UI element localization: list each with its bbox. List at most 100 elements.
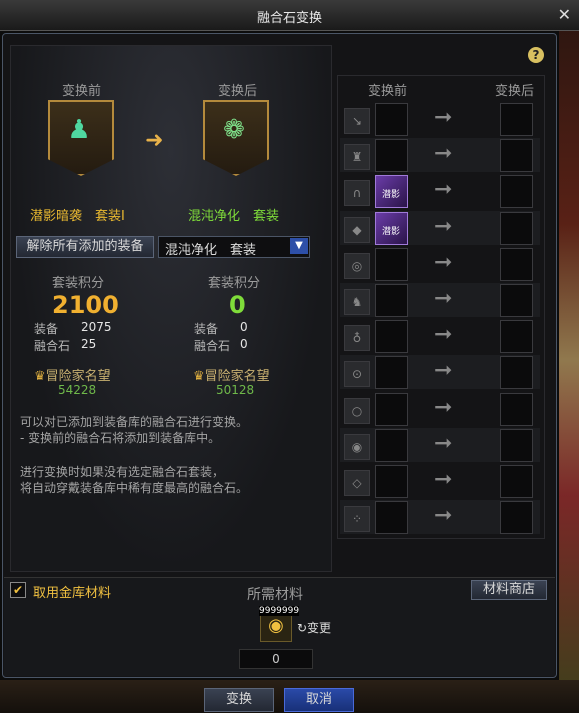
slot-before-box[interactable]: 潜影: [375, 211, 408, 245]
note-line-3: 进行变换时如果没有选定融合石套装，: [20, 465, 225, 479]
slot-before-box[interactable]: [375, 103, 408, 136]
after-set-name: 混沌净化 套装: [188, 209, 280, 224]
slot-before-box[interactable]: [375, 320, 408, 354]
slot-before-box[interactable]: [375, 501, 408, 535]
slot-after-box[interactable]: [500, 501, 533, 535]
after-header: 变换后: [218, 84, 258, 99]
before-stone-value: 25: [81, 337, 97, 351]
after-points-value: 0: [229, 291, 246, 319]
slot-before-box[interactable]: [375, 428, 408, 462]
after-equip-label: 装备: [194, 322, 219, 336]
slot-after-box[interactable]: [500, 103, 533, 136]
close-icon[interactable]: ✕: [558, 5, 571, 24]
slot-row: ○ ➞: [340, 392, 540, 426]
quantity-field[interactable]: 0: [239, 649, 313, 669]
window-titlebar[interactable]: 融合石变换 ✕: [0, 0, 579, 31]
slot-row: ◎ ➞: [340, 247, 540, 281]
before-points-value: 2100: [52, 291, 119, 319]
weapon-slot-icon: ↘: [344, 108, 370, 134]
before-header: 变换前: [62, 84, 102, 99]
slot-after-box[interactable]: [500, 175, 533, 209]
slot-row: ◆ 潜影 ➞: [340, 210, 540, 245]
after-fame-value: 50128: [216, 383, 255, 397]
help-icon[interactable]: ?: [528, 47, 544, 63]
slot-after-box[interactable]: [500, 247, 533, 281]
arrow-right-icon: ➞: [434, 286, 453, 311]
remove-all-button[interactable]: 解除所有添加的装备: [16, 236, 154, 258]
note-line-1: 可以对已添加到装备库的融合石进行变换。: [20, 415, 249, 429]
slot-before-box[interactable]: [375, 247, 408, 281]
slot-row: ♞ ➞: [340, 283, 540, 317]
after-fame-label: ♛冒险家名望: [193, 369, 270, 384]
arrow-right-icon: ➜: [145, 128, 164, 153]
slot-row: ∩ 潜影 ➞: [340, 174, 540, 209]
chevron-down-icon[interactable]: ▼: [290, 238, 308, 254]
arrow-right-icon: ➞: [434, 430, 453, 456]
slot-before-box[interactable]: [375, 392, 408, 426]
slot-row: ↘ ➞: [340, 102, 540, 136]
slot-row: ⊙ ➞: [340, 355, 540, 390]
before-equip-label: 装备: [34, 322, 59, 336]
necklace-slot-icon: ♁: [344, 325, 370, 352]
required-materials-label: 所需材料: [247, 587, 303, 603]
item-tag: 潜影: [381, 190, 400, 201]
shoulder-slot-icon: ◆: [344, 216, 370, 243]
pants-slot-icon: ∩: [344, 180, 370, 207]
rose-icon: ❁: [223, 115, 245, 145]
fame-icon: ♛: [34, 369, 46, 384]
before-equip-value: 2075: [81, 320, 112, 334]
belt-slot-icon: ◎: [344, 252, 370, 279]
arrow-right-icon: ➞: [434, 105, 453, 130]
item-tag: 潜影: [381, 226, 400, 237]
person-icon: ♟: [67, 115, 91, 145]
arrow-right-icon: ➞: [434, 503, 453, 529]
slot-row: ♁ ➞: [340, 319, 540, 354]
before-fame-value: 54228: [58, 383, 97, 397]
slot-before-box[interactable]: [375, 139, 408, 173]
earring-slot-icon: ⁘: [344, 506, 370, 533]
slot-before-box[interactable]: [375, 356, 408, 390]
slot-row: ♜ ➞: [340, 138, 540, 173]
after-equip-value: 0: [240, 320, 248, 334]
slot-before-box[interactable]: [375, 465, 408, 498]
use-gold-label: 取用金库材料: [33, 586, 112, 601]
top-slot-icon: ♜: [344, 144, 370, 171]
arrow-right-icon: ➞: [434, 249, 453, 275]
shoes-slot-icon: ♞: [344, 289, 370, 315]
set-select-dropdown[interactable]: 混沌净化 套装 ▼: [158, 236, 310, 258]
slot-after-box[interactable]: [500, 284, 533, 317]
slot-row: ◇ ➞: [340, 464, 540, 498]
arrow-right-icon: ➞: [434, 467, 453, 492]
slot-after-box[interactable]: [500, 465, 533, 498]
arrow-right-icon: ➞: [434, 213, 453, 239]
subequip-slot-icon: ◉: [344, 433, 370, 460]
bracelet-slot-icon: ⊙: [344, 361, 370, 388]
use-gold-checkbox[interactable]: ✔: [10, 582, 26, 598]
change-button[interactable]: ↻变更: [297, 619, 331, 636]
after-stone-label: 融合石: [194, 339, 231, 353]
before-stone-label: 融合石: [34, 339, 71, 353]
cancel-button[interactable]: 取消: [284, 688, 354, 712]
material-shop-button[interactable]: 材料商店: [471, 580, 547, 600]
arrow-right-icon: ➞: [434, 322, 453, 348]
slot-row: ⁘ ➞: [340, 500, 540, 535]
slot-after-box[interactable]: [500, 320, 533, 354]
slot-after-box[interactable]: [500, 211, 533, 245]
convert-button[interactable]: 变换: [204, 688, 274, 712]
material-count: 9999999: [259, 606, 300, 616]
before-points-label: 套装积分: [52, 276, 105, 291]
slot-after-box[interactable]: [500, 428, 533, 462]
after-points-label: 套装积分: [208, 276, 261, 291]
slot-row: ◉ ➞: [340, 427, 540, 462]
slot-after-box[interactable]: [500, 392, 533, 426]
after-stone-value: 0: [240, 337, 248, 351]
dropdown-value: 混沌净化 套装: [165, 243, 257, 258]
before-fame-label: ♛冒险家名望: [34, 369, 111, 384]
slot-before-box[interactable]: [375, 284, 408, 317]
slot-after-box[interactable]: [500, 356, 533, 390]
slot-after-box[interactable]: [500, 139, 533, 173]
arrow-right-icon: ➞: [434, 177, 453, 203]
ring-slot-icon: ○: [344, 397, 370, 424]
slot-before-header: 变换前: [368, 84, 408, 99]
slot-before-box[interactable]: 潜影: [375, 175, 408, 209]
